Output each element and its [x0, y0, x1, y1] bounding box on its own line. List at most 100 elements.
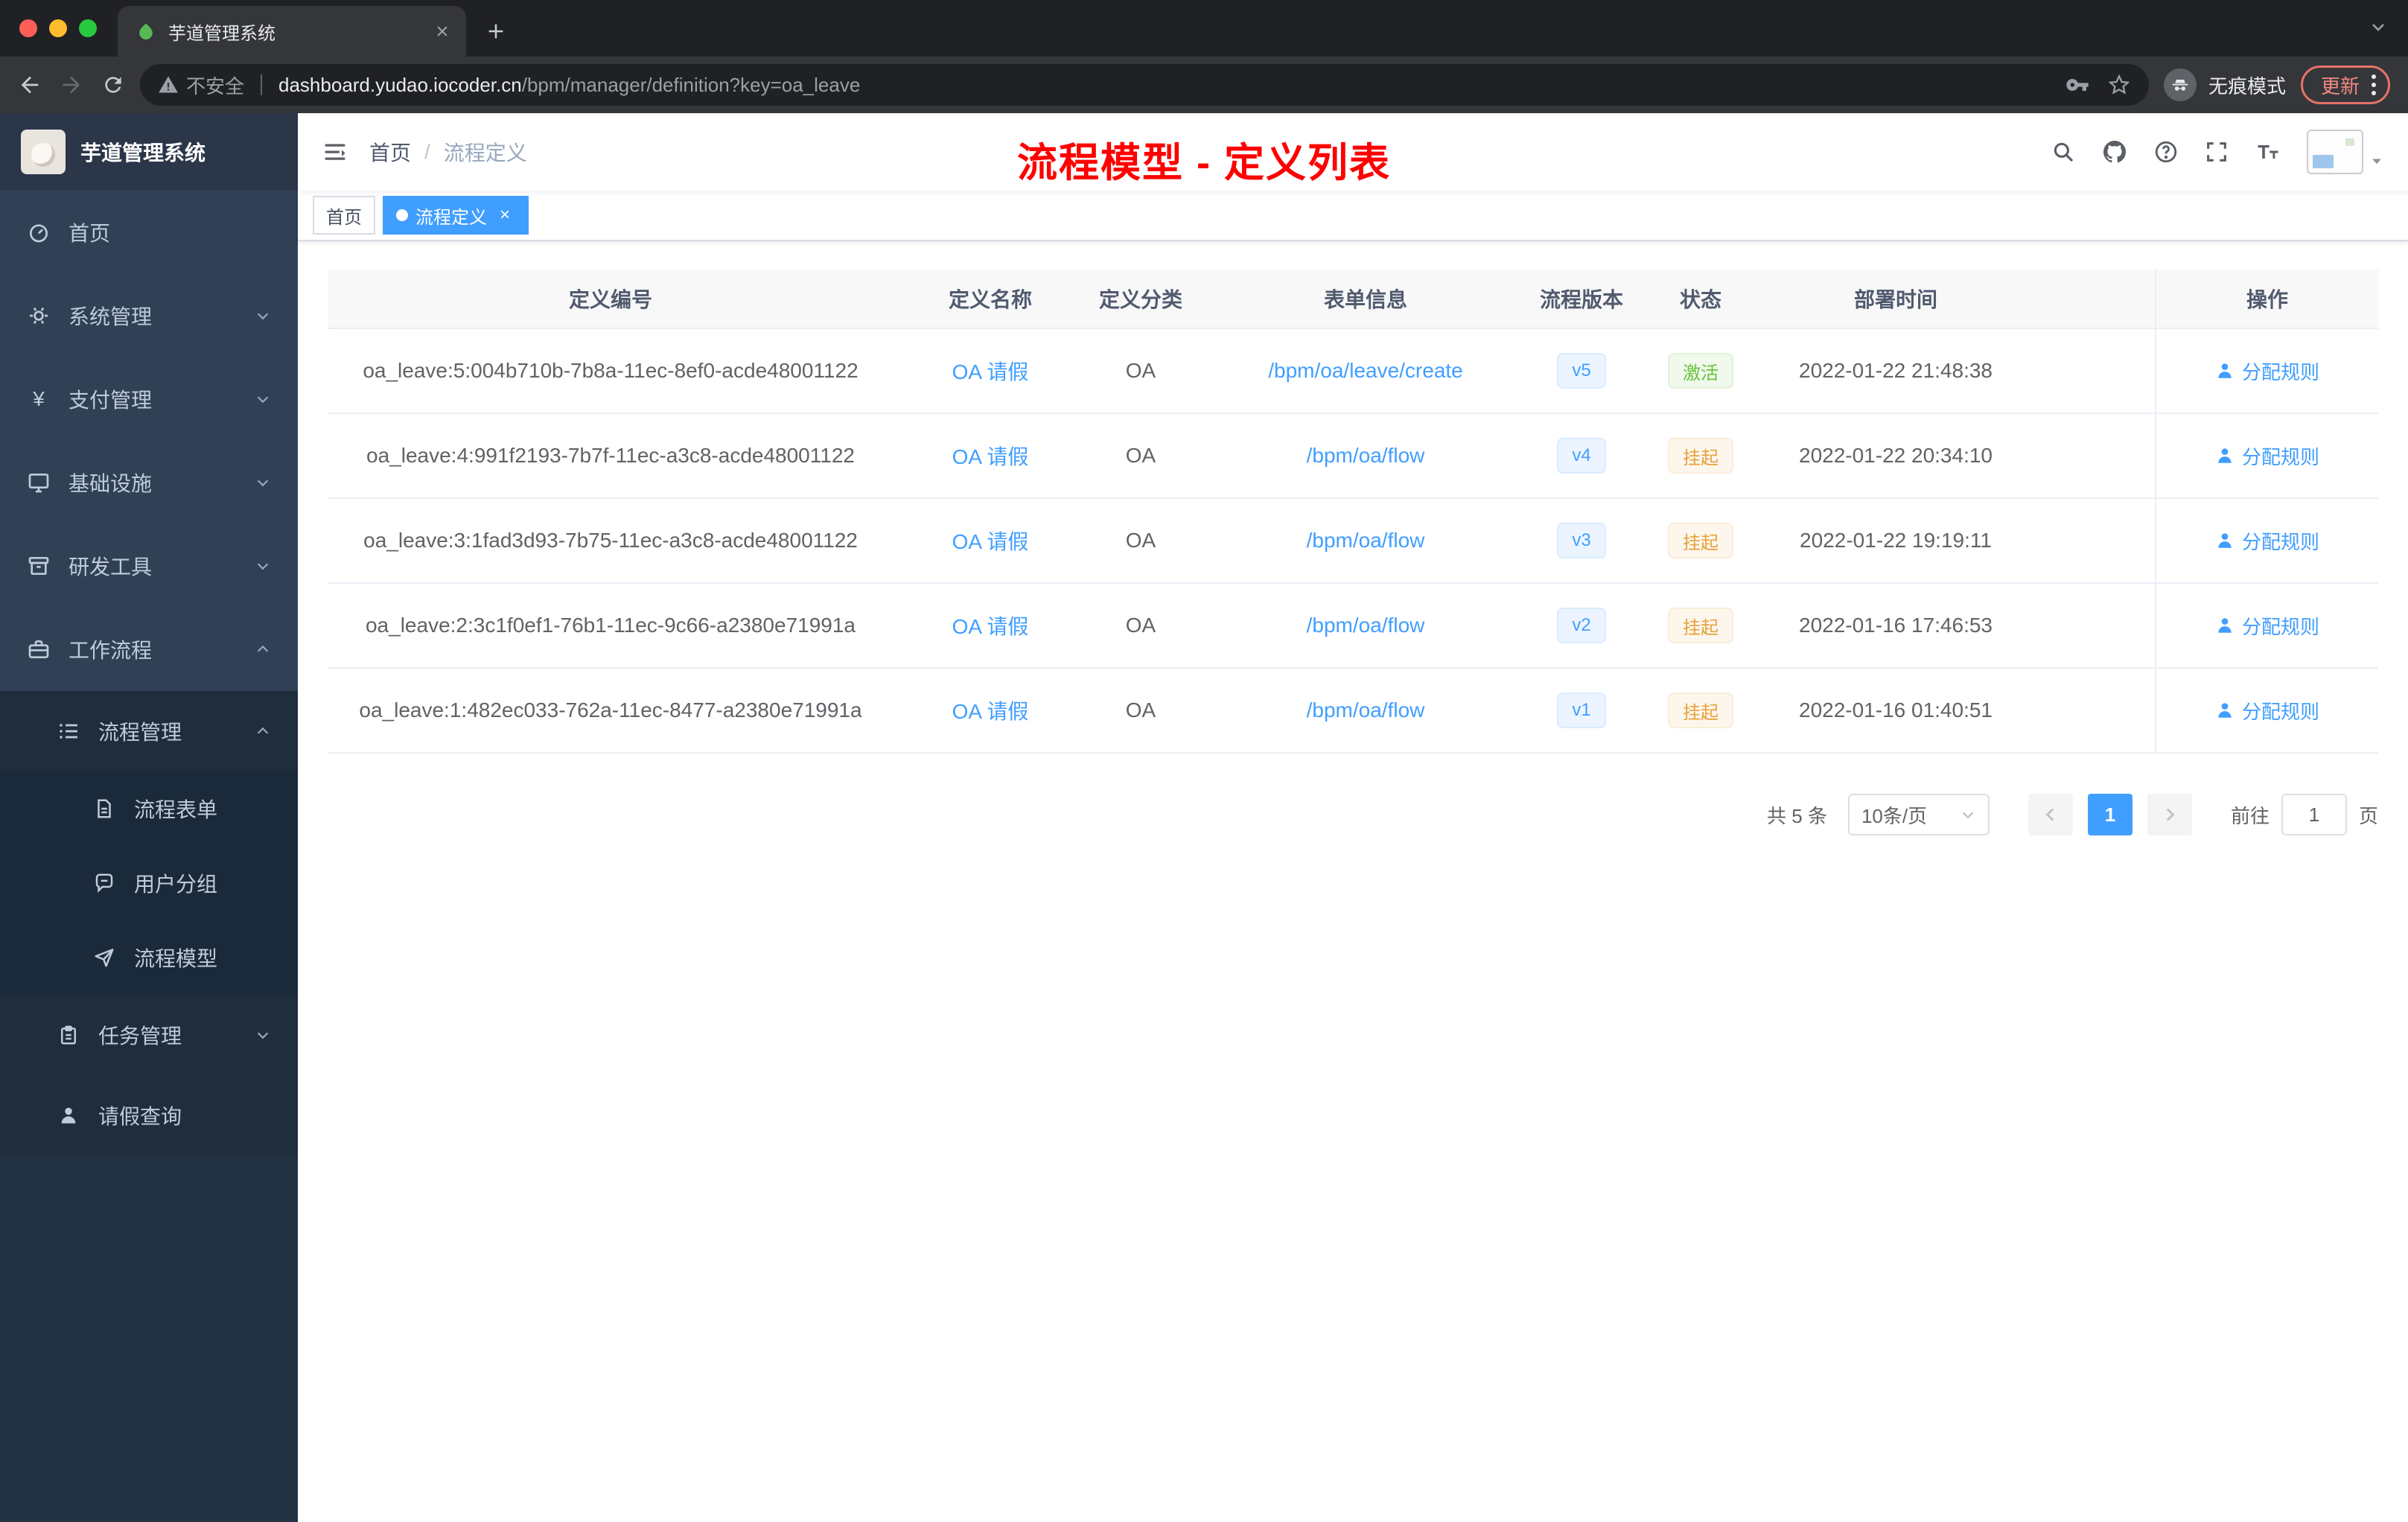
definition-name-link[interactable]: OA 请假 — [952, 441, 1029, 471]
person-icon — [2215, 446, 2235, 465]
tab-close-icon[interactable] — [430, 19, 454, 43]
assign-rule-link[interactable]: 分配规则 — [2215, 527, 2319, 555]
back-button[interactable] — [9, 64, 51, 106]
sidebar-item-process-model[interactable]: 流程模型 — [0, 920, 298, 995]
chevron-up-icon — [255, 641, 271, 657]
definition-id: oa_leave:2:3c1f0ef1-76b1-11ec-9c66-a2380… — [328, 584, 894, 669]
fullscreen-icon[interactable] — [2204, 139, 2229, 165]
definition-category: OA — [1087, 669, 1194, 754]
version-tag: v5 — [1557, 353, 1606, 389]
sidebar-item-label: 用户分组 — [134, 873, 218, 896]
form-info-link[interactable]: /bpm/oa/flow — [1307, 698, 1425, 722]
sidebar-item-infrastructure[interactable]: 基础设施 — [0, 441, 298, 524]
sidebar-item-label: 流程模型 — [134, 947, 218, 970]
sidebar-item-leave-query[interactable]: 请假查询 — [0, 1075, 298, 1156]
navbar-actions — [2051, 130, 2384, 174]
definition-id: oa_leave:3:1fad3d93-7b75-11ec-a3c8-acde4… — [328, 499, 894, 584]
definition-name-link[interactable]: OA 请假 — [952, 611, 1029, 640]
page-number-button[interactable]: 1 — [2087, 794, 2133, 835]
user-icon — [57, 1104, 80, 1127]
new-tab-button[interactable] — [475, 10, 517, 52]
status-tag: 挂起 — [1668, 608, 1733, 643]
table-row: oa_leave:4:991f2193-7b7f-11ec-a3c8-acde4… — [328, 414, 2378, 499]
maximize-window-button[interactable] — [79, 19, 97, 37]
briefcase-icon — [27, 637, 51, 661]
tag-close-icon[interactable]: × — [494, 205, 515, 226]
sidebar-item-process-management[interactable]: 流程管理 — [0, 691, 298, 771]
form-info-link[interactable]: /bpm/oa/flow — [1307, 614, 1425, 637]
assign-rule-label: 分配规则 — [2241, 700, 2319, 723]
form-info-link[interactable]: /bpm/oa/flow — [1307, 529, 1425, 553]
browser-tab[interactable]: 芋道管理系统 — [118, 6, 466, 57]
warning-icon — [158, 74, 179, 95]
sidebar-item-devtools[interactable]: 研发工具 — [0, 524, 298, 608]
version-tag: v2 — [1557, 608, 1606, 643]
definition-name-link[interactable]: OA 请假 — [952, 356, 1029, 386]
search-icon[interactable] — [2051, 139, 2076, 165]
definition-name-link[interactable]: OA 请假 — [952, 695, 1029, 725]
assign-rule-link[interactable]: 分配规则 — [2215, 697, 2319, 725]
page-size-select[interactable]: 10条/页 — [1847, 794, 1990, 835]
avatar[interactable] — [2307, 130, 2363, 174]
version-tag: v4 — [1557, 438, 1606, 474]
font-size-icon[interactable] — [2255, 138, 2281, 165]
tab-search-chevron-icon[interactable] — [2369, 14, 2387, 42]
security-indicator[interactable]: 不安全 — [158, 71, 244, 99]
hamburger-icon[interactable] — [322, 138, 348, 165]
browser-menu-kebab-icon[interactable] — [2372, 74, 2376, 95]
active-dot — [396, 209, 408, 221]
sidebar-item-label: 研发工具 — [69, 555, 153, 579]
sidebar-item-system[interactable]: 系统管理 — [0, 274, 298, 357]
assign-rule-link[interactable]: 分配规则 — [2215, 612, 2319, 640]
security-label: 不安全 — [186, 74, 245, 98]
definition-id: oa_leave:1:482ec033-762a-11ec-8477-a2380… — [328, 669, 894, 754]
column-header: 表单信息 — [1194, 270, 1537, 329]
prev-page-button[interactable] — [2028, 794, 2073, 835]
address-bar[interactable]: 不安全 dashboard.yudao.iocoder.cn/bpm/manag… — [140, 64, 2149, 106]
form-info-link[interactable]: /bpm/oa/flow — [1307, 444, 1425, 468]
clipboard-icon — [57, 1023, 80, 1047]
assign-rule-link[interactable]: 分配规则 — [2215, 442, 2319, 470]
form-info-link[interactable]: /bpm/oa/leave/create — [1268, 359, 1463, 383]
definition-name-link[interactable]: OA 请假 — [952, 526, 1029, 555]
browser-update-button[interactable]: 更新 — [2300, 66, 2390, 104]
gear-icon — [27, 304, 51, 328]
logo-title: 芋道管理系统 — [80, 141, 206, 165]
breadcrumb-home[interactable]: 首页 — [369, 137, 411, 167]
sidebar-item-label: 基础设施 — [69, 472, 153, 495]
github-icon[interactable] — [2101, 138, 2128, 165]
url-text: dashboard.yudao.iocoder.cn/bpm/manager/d… — [278, 74, 2048, 97]
sidebar-item-home[interactable]: 首页 — [0, 191, 298, 274]
minimize-window-button[interactable] — [49, 19, 67, 37]
tag-process-definition[interactable]: 流程定义 × — [383, 196, 529, 235]
user-menu[interactable] — [2307, 130, 2384, 174]
row-spacer — [2016, 584, 2155, 669]
sidebar-logo[interactable]: 芋道管理系统 — [0, 113, 298, 191]
column-header: 定义分类 — [1087, 270, 1194, 329]
sidebar-item-task-management[interactable]: 任务管理 — [0, 995, 298, 1075]
assign-rule-label: 分配规则 — [2241, 445, 2319, 468]
next-page-button[interactable] — [2147, 794, 2192, 835]
assign-rule-link[interactable]: 分配规则 — [2215, 357, 2319, 385]
tag-home[interactable]: 首页 — [313, 196, 375, 235]
bookmark-star-icon[interactable] — [2107, 73, 2131, 97]
deploy-time: 2022-01-16 01:40:51 — [1775, 669, 2016, 754]
sidebar-item-process-form[interactable]: 流程表单 — [0, 771, 298, 846]
sidebar-item-payment[interactable]: ¥ 支付管理 — [0, 357, 298, 441]
sidebar-item-workflow[interactable]: 工作流程 — [0, 608, 298, 691]
status-tag: 激活 — [1668, 353, 1733, 389]
sidebar-item-user-group[interactable]: 用户分组 — [0, 846, 298, 920]
deploy-time: 2022-01-16 17:46:53 — [1775, 584, 2016, 669]
close-window-button[interactable] — [19, 19, 37, 37]
window-controls — [0, 0, 118, 57]
table-row: oa_leave:1:482ec033-762a-11ec-8477-a2380… — [328, 669, 2378, 754]
reload-button[interactable] — [92, 64, 134, 106]
goto-page-input[interactable] — [2281, 794, 2347, 835]
help-icon[interactable] — [2153, 139, 2179, 165]
column-header: 定义编号 — [328, 270, 894, 329]
forward-button[interactable] — [51, 64, 92, 106]
table-row: oa_leave:2:3c1f0ef1-76b1-11ec-9c66-a2380… — [328, 584, 2378, 669]
person-icon — [2215, 531, 2235, 550]
chevron-down-icon — [255, 558, 271, 574]
password-key-icon[interactable] — [2065, 73, 2089, 97]
